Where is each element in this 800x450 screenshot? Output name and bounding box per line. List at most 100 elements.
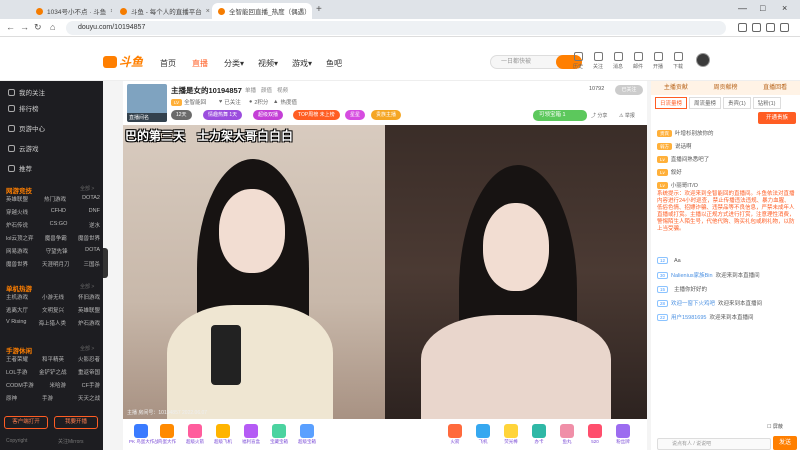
category-link[interactable]: DOTA2	[82, 195, 100, 203]
category-link[interactable]: 炉石游戏	[78, 319, 100, 327]
share-button[interactable]: ⤴ 分享	[591, 112, 607, 119]
category-link[interactable]: 魔兽世界	[6, 260, 28, 268]
room-badge[interactable]: 贵族主播	[371, 110, 402, 120]
category-link[interactable]: 天天之战	[78, 394, 100, 402]
sidebar-item-recommend[interactable]: 推荐	[8, 163, 32, 173]
more-link[interactable]: 全部 >	[80, 283, 94, 290]
category-link[interactable]: lol云顶之弈	[6, 234, 34, 242]
sidebar-item-webgame[interactable]: 页游中心	[8, 123, 45, 133]
room-tag[interactable]: 颜值	[261, 86, 272, 94]
category-link[interactable]: 英雄联盟	[78, 306, 100, 314]
open-noble-button[interactable]: 开通贵族	[758, 112, 796, 124]
site-logo[interactable]: 斗鱼	[103, 53, 143, 70]
gift-item[interactable]: 超级宝箱	[295, 424, 319, 445]
category-link[interactable]: 穿越火线	[6, 208, 28, 216]
room-badge[interactable]: 12天	[171, 110, 192, 120]
category-link[interactable]: 米哈游	[49, 381, 66, 389]
browser-tab-3[interactable]: 全智能回直播_热度（偶遇） ×	[212, 3, 312, 19]
sidebar-item-rank[interactable]: 排行榜	[8, 103, 39, 113]
category-link[interactable]: 海上猎人类	[38, 319, 66, 327]
gift-item[interactable]: 飞机	[471, 424, 495, 445]
category-link[interactable]: 金铲铲之战	[39, 368, 67, 376]
gift-item[interactable]: 粉丝牌	[611, 424, 635, 445]
streamer-name[interactable]: LV 全智能回	[171, 98, 206, 106]
forward-icon[interactable]: →	[20, 22, 29, 32]
gift-item[interactable]: 福利盲盒	[239, 424, 263, 445]
browser-tab-1[interactable]: 1034号小不点 · 斗鱼 ×	[30, 3, 112, 19]
back-icon[interactable]: ←	[6, 22, 15, 32]
nav-category[interactable]: 分类▾	[224, 58, 244, 69]
category-link[interactable]: 重返帝国	[78, 368, 100, 376]
subtab-week[interactable]: 周流量榜	[689, 97, 722, 109]
browser-tab-2[interactable]: 斗鱼 - 每个人的直播平台 ×	[114, 3, 210, 19]
bookmark-icon[interactable]	[752, 23, 761, 32]
treasure-box-button[interactable]: 可领宝箱 1	[533, 110, 587, 121]
category-link[interactable]: CFHD	[51, 208, 66, 216]
category-link[interactable]: 英雄联盟	[6, 195, 28, 203]
category-link[interactable]: V Rising	[6, 319, 26, 327]
nav-game[interactable]: 游戏▾	[292, 58, 312, 69]
header-broadcast[interactable]: 开播	[650, 52, 666, 70]
sidebar-collapse-handle[interactable]	[103, 248, 108, 278]
category-link[interactable]: LOL手游	[6, 368, 27, 376]
category-link[interactable]: 网易游戏	[6, 247, 28, 255]
category-link[interactable]: 天涯明月刀	[42, 260, 70, 268]
follow-button[interactable]: 已关注	[615, 85, 643, 95]
new-tab-button[interactable]: +	[316, 4, 322, 15]
send-button[interactable]: 发送	[773, 436, 797, 450]
subtab-day[interactable]: 日流量榜	[655, 97, 688, 109]
room-tag[interactable]: 视频	[277, 86, 288, 94]
category-link[interactable]: 守望先锋	[46, 247, 68, 255]
category-link[interactable]: 原神	[6, 394, 17, 402]
close-icon[interactable]: ×	[206, 8, 210, 15]
category-link[interactable]: 怀旧游戏	[78, 293, 100, 301]
gift-item[interactable]: 超级火箭	[183, 424, 207, 445]
gift-item[interactable]: 荧光棒	[499, 424, 523, 445]
category-link[interactable]: CS:GO	[50, 221, 68, 229]
category-link[interactable]: 热门游戏	[44, 195, 66, 203]
gift-item[interactable]: 办卡	[527, 424, 551, 445]
room-badge[interactable]: 超级双播	[253, 110, 284, 120]
header-follow[interactable]: 关注	[590, 52, 606, 70]
report-button[interactable]: ⚠ 举报	[619, 112, 635, 119]
more-link[interactable]: 全部 >	[80, 345, 94, 352]
tab-host-contribution[interactable]: 主播贡献	[651, 81, 701, 95]
category-link[interactable]: 手游	[42, 394, 53, 402]
follow-status[interactable]: ♥ 已关注	[219, 98, 241, 106]
streamer-thumbnail[interactable]: 直播间名	[127, 84, 167, 122]
subtab-diamond[interactable]: 钻粉(1)	[752, 97, 781, 109]
gift-item[interactable]: 超级飞机	[211, 424, 235, 445]
category-link[interactable]: CODM手游	[6, 381, 34, 389]
category-link[interactable]: DNF	[89, 208, 100, 216]
user-avatar[interactable]	[696, 53, 710, 67]
start-stream-button[interactable]: 我要开播	[54, 416, 98, 429]
header-message[interactable]: 消息	[610, 52, 626, 70]
extension-icon[interactable]	[738, 23, 747, 32]
footer-link[interactable]: 关注Mirrors	[58, 438, 84, 445]
maximize-icon[interactable]: □	[760, 3, 765, 13]
category-link[interactable]: 主机游戏	[6, 293, 28, 301]
subtab-vip[interactable]: 贵宾(1)	[723, 97, 751, 109]
chat-username[interactable]: 用户15981695	[671, 313, 706, 321]
nav-home[interactable]: 首页	[160, 58, 176, 69]
sidebar-item-follow[interactable]: 我的关注	[8, 87, 45, 97]
category-link[interactable]: 逆水	[89, 221, 100, 229]
menu-icon[interactable]	[780, 23, 789, 32]
category-link[interactable]: CF手游	[82, 381, 100, 389]
gift-item[interactable]: 鱼丸	[555, 424, 579, 445]
close-icon[interactable]: ×	[110, 8, 112, 15]
category-link[interactable]: 三国杀	[83, 260, 100, 268]
header-history[interactable]: 历史	[570, 52, 586, 70]
category-link[interactable]: 魔兽世界	[78, 234, 100, 242]
nav-yuba[interactable]: 鱼吧	[326, 58, 342, 69]
chat-username[interactable]: 欢迎一窗下火鸡吧	[671, 299, 715, 307]
room-badge[interactable]: 情趣热舞 1天	[203, 110, 243, 120]
gift-item[interactable]: 火箭	[443, 424, 467, 445]
category-link[interactable]: 小游无线	[42, 293, 64, 301]
room-badge[interactable]: 星星	[345, 110, 366, 120]
shield-toggle[interactable]: ☐ 屏蔽	[767, 423, 783, 430]
category-link[interactable]: 文明复兴	[42, 306, 64, 314]
open-client-button[interactable]: 客户端打开	[4, 416, 48, 429]
chat-username[interactable]: Nalienius家族Bin	[671, 271, 713, 279]
room-tag[interactable]: 单播	[245, 86, 256, 94]
